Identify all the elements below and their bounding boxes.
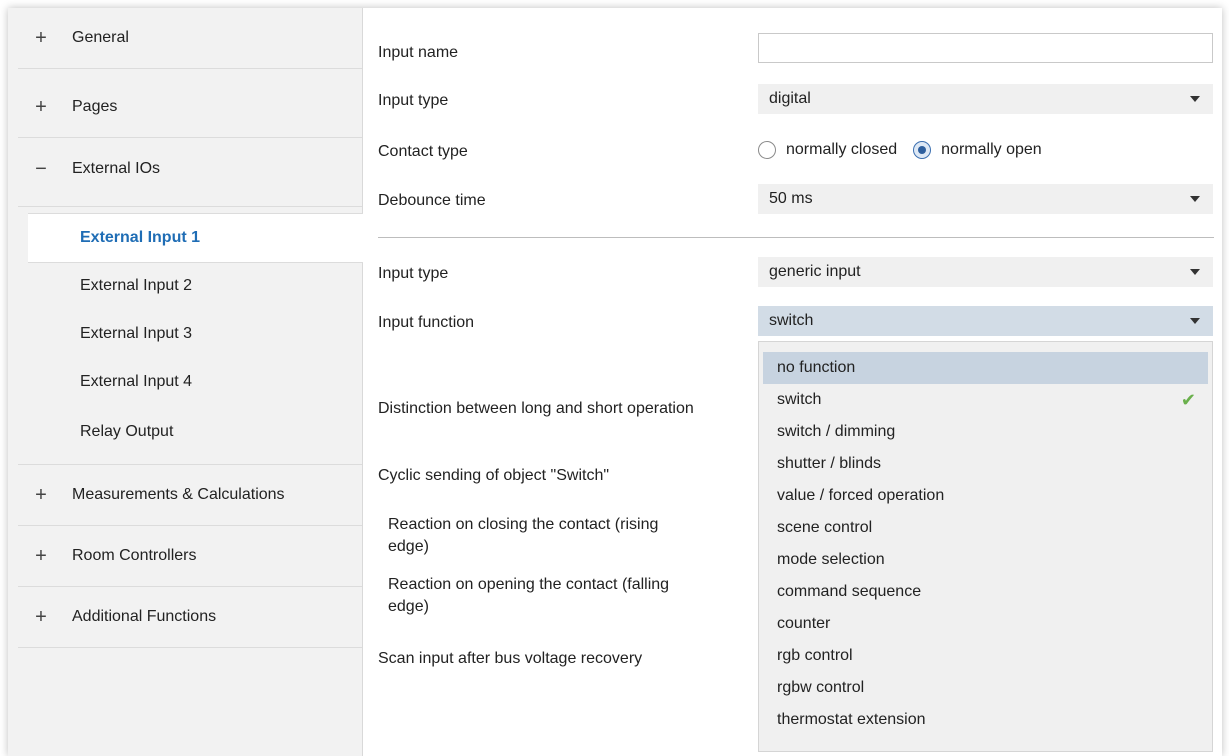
sidebar-group-pages[interactable]: + Pages [18, 77, 362, 138]
input-function-label: Input function [378, 314, 475, 331]
dropdown-arrow-icon [1190, 96, 1200, 102]
sidebar-group-external-ios[interactable]: − External IOs [18, 139, 362, 199]
distinction-label: Distinction between long and short opera… [378, 400, 694, 417]
dropdown-arrow-icon [1190, 269, 1200, 275]
option-label: switch [777, 391, 822, 408]
sidebar-item-label: External Input 3 [80, 325, 193, 342]
sidebar-group-measurements[interactable]: + Measurements & Calculations [18, 464, 362, 526]
sidebar-group-room-controllers[interactable]: + Room Controllers [18, 526, 362, 587]
option-label: scene control [777, 519, 873, 536]
divider [378, 237, 1214, 238]
reaction-closing-label: Reaction on closing the contact (rising … [388, 516, 659, 555]
input-type-2-select[interactable]: generic input [758, 257, 1213, 287]
sidebar-group-label: General [72, 29, 129, 46]
parameter-panel: Input name Input type digital Contact ty… [363, 8, 1222, 756]
expand-icon: + [35, 483, 47, 506]
debounce-time-label: Debounce time [378, 192, 486, 209]
sidebar-item-label: Relay Output [80, 423, 174, 440]
sidebar-item-label: External Input 2 [80, 277, 193, 294]
option-label: value / forced operation [777, 487, 945, 504]
contact-type-label: Contact type [378, 143, 468, 160]
option-label: thermostat extension [777, 711, 926, 728]
option-label: rgb control [777, 647, 853, 664]
select-value: digital [769, 90, 811, 107]
input-type-2-label: Input type [378, 265, 449, 282]
option-label: counter [777, 615, 831, 632]
dropdown-option[interactable]: rgb control [763, 640, 1208, 672]
dropdown-option[interactable]: rgbw control [763, 672, 1208, 704]
dropdown-option[interactable]: scene control [763, 512, 1208, 544]
collapse-icon: − [35, 157, 47, 180]
dropdown-option[interactable]: counter [763, 608, 1208, 640]
reaction-opening-label: Reaction on opening the contact (falling… [388, 576, 670, 615]
radio-circle-icon [758, 141, 776, 159]
input-name-field[interactable] [758, 33, 1213, 63]
dropdown-option[interactable]: command sequence [763, 576, 1208, 608]
sidebar-group-label: External IOs [72, 160, 161, 177]
radio-label: normally open [941, 141, 1042, 158]
sidebar-item-relay-output[interactable]: Relay Output [28, 408, 362, 456]
cyclic-sending-label: Cyclic sending of object "Switch" [378, 467, 610, 484]
radio-normally-open[interactable]: normally open [913, 141, 1042, 159]
dropdown-arrow-icon [1190, 318, 1200, 324]
sidebar-group-label: Additional Functions [72, 608, 217, 625]
divider [18, 206, 362, 207]
dropdown-option[interactable]: switch ✔ [763, 384, 1208, 416]
select-value: generic input [769, 263, 861, 280]
radio-normally-closed[interactable]: normally closed [758, 141, 897, 159]
input-function-select[interactable]: switch [758, 306, 1213, 336]
sidebar-item-external-input-1[interactable]: External Input 1 [28, 213, 364, 263]
sidebar-item-label: External Input 1 [80, 229, 201, 246]
radio-circle-checked-icon [913, 141, 932, 159]
dropdown-option[interactable]: value / forced operation [763, 480, 1208, 512]
option-label: no function [777, 359, 856, 376]
input-name-label: Input name [378, 44, 459, 61]
sidebar-item-external-input-4[interactable]: External Input 4 [28, 358, 362, 406]
input-type-select[interactable]: digital [758, 84, 1213, 114]
sidebar-group-label: Measurements & Calculations [72, 486, 285, 503]
dropdown-option[interactable]: thermostat extension [763, 704, 1208, 736]
dropdown-arrow-icon [1190, 196, 1200, 202]
sidebar-item-external-input-3[interactable]: External Input 3 [28, 310, 362, 358]
window: + General + Pages − External IOs Externa… [8, 8, 1222, 756]
select-value: switch [769, 312, 814, 329]
expand-icon: + [35, 26, 47, 49]
select-value: 50 ms [769, 190, 813, 207]
dropdown-option[interactable]: switch / dimming [763, 416, 1208, 448]
option-label: mode selection [777, 551, 885, 568]
input-type-label: Input type [378, 92, 449, 109]
option-label: switch / dimming [777, 423, 896, 440]
sidebar-group-label: Pages [72, 98, 118, 115]
sidebar-group-general[interactable]: + General [18, 8, 362, 69]
dropdown-option[interactable]: no function [763, 352, 1208, 384]
dropdown-option[interactable]: shutter / blinds [763, 448, 1208, 480]
contact-type-radio-group: normally closed normally open [758, 141, 1058, 159]
expand-icon: + [35, 95, 47, 118]
scan-input-label: Scan input after bus voltage recovery [378, 650, 643, 667]
expand-icon: + [35, 605, 47, 628]
dropdown-option[interactable]: mode selection [763, 544, 1208, 576]
option-label: rgbw control [777, 679, 865, 696]
sidebar-item-external-input-2[interactable]: External Input 2 [28, 262, 362, 310]
sidebar-group-additional-functions[interactable]: + Additional Functions [18, 587, 362, 648]
radio-label: normally closed [786, 141, 898, 158]
option-label: command sequence [777, 583, 922, 600]
input-function-dropdown-list: no function switch ✔ switch / dimming shu… [758, 341, 1213, 752]
checkmark-icon: ✔ [1180, 390, 1196, 410]
option-label: shutter / blinds [777, 455, 882, 472]
sidebar-item-label: External Input 4 [80, 373, 193, 390]
debounce-time-select[interactable]: 50 ms [758, 184, 1213, 214]
sidebar: + General + Pages − External IOs Externa… [8, 8, 364, 756]
sidebar-group-label: Room Controllers [72, 547, 197, 564]
expand-icon: + [35, 544, 47, 567]
